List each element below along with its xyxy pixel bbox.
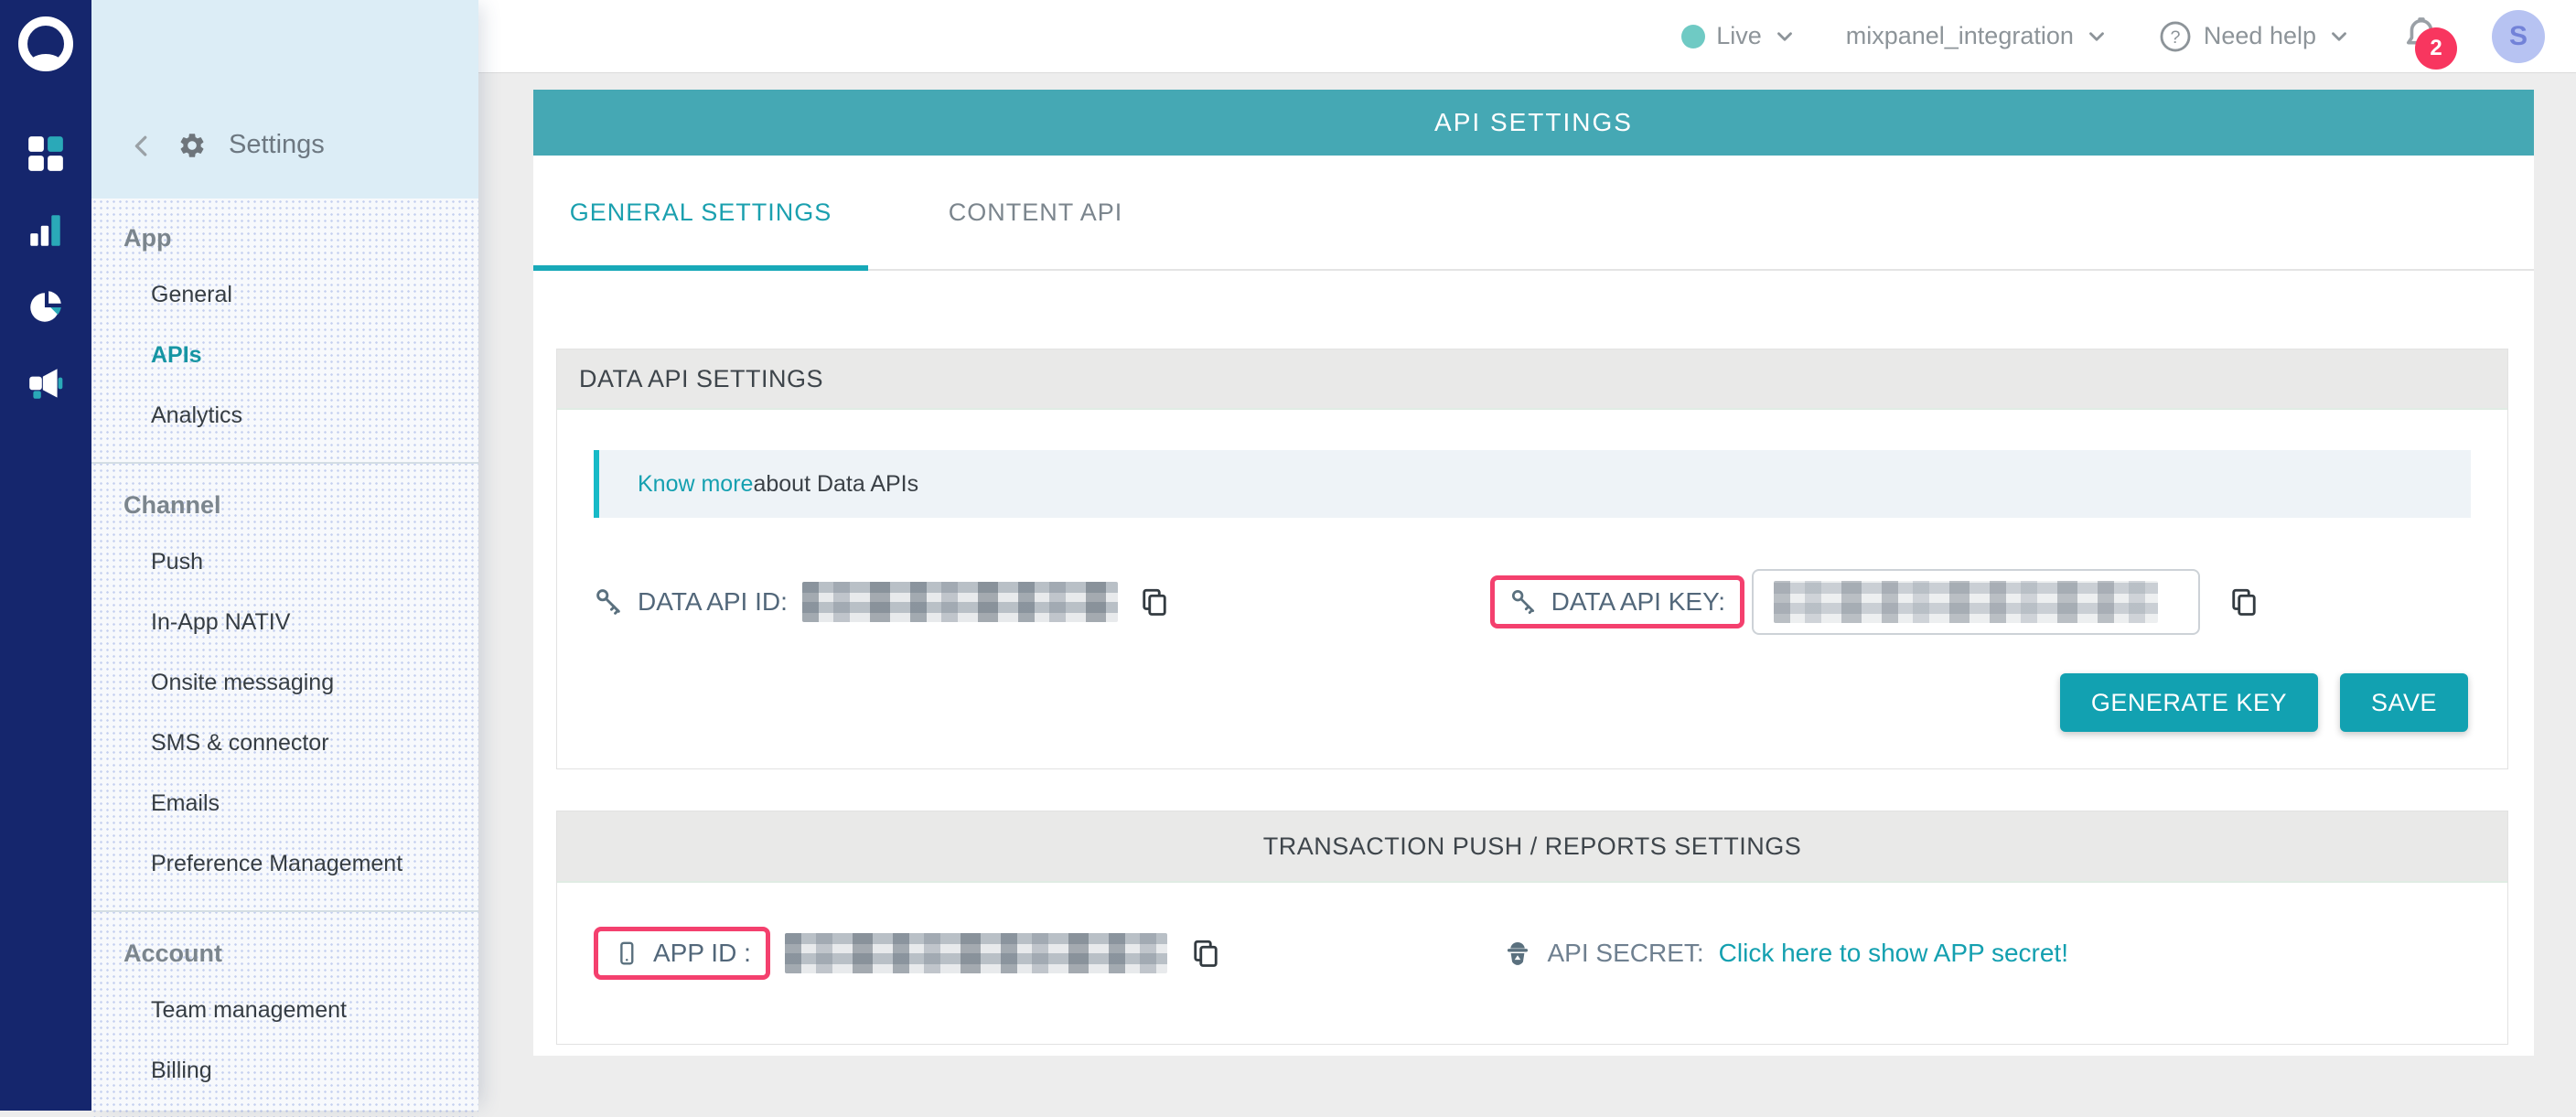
app-id-value-blurred xyxy=(785,933,1167,973)
sidebar-section-channel: Channel Push In-App NATIV Onsite messagi… xyxy=(91,464,478,912)
data-api-id-value-blurred xyxy=(802,582,1118,622)
back-chevron-icon[interactable] xyxy=(128,132,156,159)
user-avatar[interactable]: S xyxy=(2492,10,2545,63)
tab-general-settings[interactable]: GENERAL SETTINGS xyxy=(533,156,868,269)
data-api-settings-section: DATA API SETTINGS Know more about Data A… xyxy=(556,349,2508,769)
svg-text:?: ? xyxy=(2170,27,2180,47)
transaction-row: APP ID : xyxy=(594,927,2471,980)
know-more-link[interactable]: Know more xyxy=(638,471,753,498)
data-api-settings-title: DATA API SETTINGS xyxy=(557,349,2507,410)
settings-sidebar: Settings App General APIs Analytics Chan… xyxy=(91,0,478,1111)
key-icon xyxy=(1509,587,1539,617)
sidebar-title: Settings xyxy=(229,130,325,160)
sidebar-item-push[interactable]: Push xyxy=(91,532,478,592)
section-label: Channel xyxy=(91,478,478,532)
sidebar-item-billing[interactable]: Billing xyxy=(91,1040,478,1101)
help-menu[interactable]: ? Need help xyxy=(2158,19,2351,54)
notification-count-badge: 2 xyxy=(2415,27,2457,70)
sidebar-item-analytics[interactable]: Analytics xyxy=(91,385,478,446)
api-secret-group: API SECRET: Click here to show APP secre… xyxy=(1502,938,2069,969)
data-api-key-highlight: DATA API KEY: xyxy=(1490,575,1744,628)
main-content: API SETTINGS GENERAL SETTINGS CONTENT AP… xyxy=(478,74,2576,1111)
chevron-down-icon xyxy=(2085,25,2109,48)
section-label: App xyxy=(91,211,478,264)
dashboard-grid-icon[interactable] xyxy=(26,134,66,174)
copy-icon[interactable] xyxy=(2227,585,2260,618)
megaphone-icon[interactable] xyxy=(26,364,66,404)
app-id-label: APP ID : xyxy=(653,939,751,968)
page-title: API SETTINGS xyxy=(533,90,2534,156)
sidebar-item-general[interactable]: General xyxy=(91,264,478,325)
copy-icon[interactable] xyxy=(1138,585,1171,618)
project-dropdown[interactable]: mixpanel_integration xyxy=(1846,22,2109,50)
tab-content-api[interactable]: CONTENT API xyxy=(868,156,1203,269)
data-api-id-label: DATA API ID: xyxy=(638,587,788,617)
sidebar-item-team-management[interactable]: Team management xyxy=(91,980,478,1040)
sidebar-item-onsite-messaging[interactable]: Onsite messaging xyxy=(91,652,478,713)
pie-chart-icon[interactable] xyxy=(26,287,66,328)
data-api-key-input[interactable] xyxy=(1752,569,2200,635)
transaction-settings-title: TRANSACTION PUSH / REPORTS SETTINGS xyxy=(557,811,2507,883)
know-more-banner: Know more about Data APIs xyxy=(594,450,2471,518)
help-label: Need help xyxy=(2204,22,2316,50)
sidebar-item-preference-management[interactable]: Preference Management xyxy=(91,833,478,894)
live-status-dot-icon xyxy=(1681,25,1705,48)
api-settings-card: API SETTINGS GENERAL SETTINGS CONTENT AP… xyxy=(533,90,2534,1056)
environment-dropdown[interactable]: Live xyxy=(1681,22,1797,50)
data-api-key-label: DATA API KEY: xyxy=(1551,587,1725,617)
sidebar-item-apis[interactable]: APIs xyxy=(91,325,478,385)
question-circle-icon: ? xyxy=(2158,19,2193,54)
notifications-bell[interactable]: 2 xyxy=(2400,13,2442,60)
section-label: Account xyxy=(91,927,478,980)
sidebar-section-account: Account Team management Billing xyxy=(91,912,478,1117)
mobile-phone-icon xyxy=(613,940,640,967)
chevron-down-icon xyxy=(2327,25,2351,48)
show-app-secret-link[interactable]: Click here to show APP secret! xyxy=(1719,939,2068,968)
sidebar-header: Settings xyxy=(91,0,478,199)
sidebar-item-inapp-nativ[interactable]: In-App NATIV xyxy=(91,592,478,652)
copy-icon[interactable] xyxy=(1189,937,1222,970)
save-button[interactable]: SAVE xyxy=(2340,673,2468,732)
project-name: mixpanel_integration xyxy=(1846,22,2074,50)
sidebar-section-app: App General APIs Analytics xyxy=(91,211,478,464)
app-id-highlight: APP ID : xyxy=(594,927,770,980)
key-icon xyxy=(594,586,625,618)
sidebar-item-sms-connector[interactable]: SMS & connector xyxy=(91,713,478,773)
bar-chart-icon[interactable] xyxy=(26,210,66,251)
brand-logo-icon[interactable] xyxy=(16,15,75,73)
generate-key-button[interactable]: GENERATE KEY xyxy=(2060,673,2318,732)
topbar: Live mixpanel_integration ? Need help 2 … xyxy=(478,0,2576,73)
card-body: DATA API SETTINGS Know more about Data A… xyxy=(533,271,2534,1056)
data-api-actions: GENERATE KEY SAVE xyxy=(557,673,2468,732)
data-api-key-group: DATA API KEY: xyxy=(1490,569,2260,635)
rail-nav xyxy=(26,134,66,404)
sidebar-item-emails[interactable]: Emails xyxy=(91,773,478,833)
know-more-text: about Data APIs xyxy=(753,471,918,498)
api-secret-label: API SECRET: xyxy=(1548,939,1704,968)
data-api-key-value-blurred xyxy=(1774,581,2158,623)
secret-agent-icon xyxy=(1502,938,1533,969)
chevron-down-icon xyxy=(1773,25,1797,48)
data-api-row: DATA API ID: xyxy=(594,569,2471,635)
tab-bar: GENERAL SETTINGS CONTENT API xyxy=(533,156,2534,271)
sidebar-list: App General APIs Analytics Channel Push … xyxy=(91,199,478,1117)
gear-icon xyxy=(177,131,207,160)
transaction-settings-section: TRANSACTION PUSH / REPORTS SETTINGS APP … xyxy=(556,811,2508,1045)
app-rail xyxy=(0,0,91,1111)
environment-label: Live xyxy=(1716,22,1762,50)
